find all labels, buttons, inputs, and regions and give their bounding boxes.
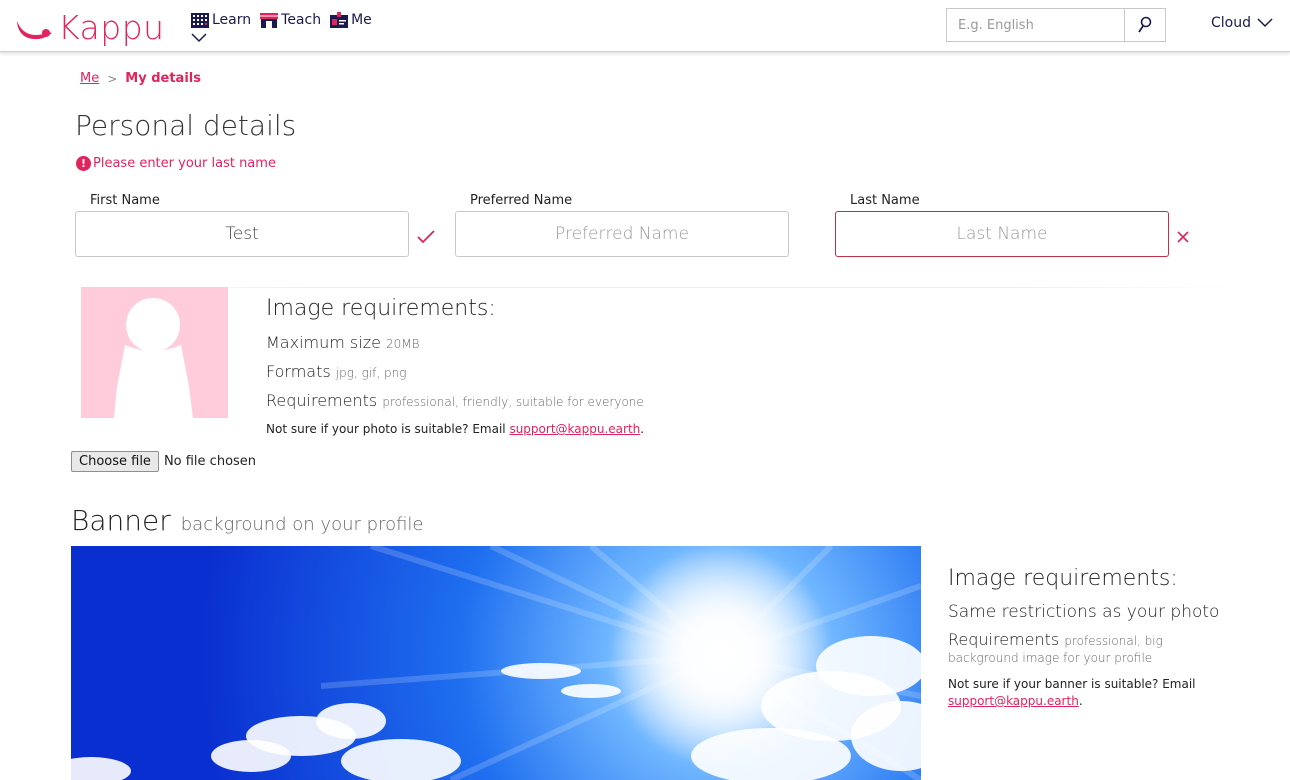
banner-title: Banner xyxy=(71,504,171,537)
breadcrumb-me-link[interactable]: Me xyxy=(80,71,99,86)
first-name-label: First Name xyxy=(90,193,160,208)
banner-requirements-title: Image requirements: xyxy=(948,566,1178,591)
photo-max-size: Maximum size 20MB xyxy=(266,333,420,352)
page-title: Personal details xyxy=(75,109,297,142)
max-size-label: Maximum size xyxy=(266,333,381,352)
breadcrumb: Me > My details xyxy=(80,71,201,86)
banner-heading: Banner background on your profile xyxy=(71,504,424,537)
photo-support-note: Not sure if your photo is suitable? Emai… xyxy=(266,422,644,436)
note-period: . xyxy=(640,422,645,436)
first-name-field xyxy=(75,211,409,257)
nav-me-label: Me xyxy=(351,12,372,28)
nav-teach[interactable]: Teach xyxy=(259,10,321,30)
avatar-placeholder[interactable] xyxy=(81,287,228,418)
breadcrumb-current: My details xyxy=(125,71,201,86)
breadcrumb-separator: > xyxy=(107,71,118,86)
formats-value: jpg, gif, png xyxy=(335,366,407,380)
banner-same-restrictions: Same restrictions as your photo xyxy=(948,602,1220,622)
first-name-input[interactable] xyxy=(76,212,408,256)
preferred-name-field xyxy=(455,211,789,257)
top-header: Kappu Learn Teach Me E.g. English Cloud xyxy=(0,0,1290,52)
requirements-label: Requirements xyxy=(266,391,378,410)
banner-requirements-label: Requirements xyxy=(948,630,1060,649)
photo-note-text: Not sure if your photo is suitable? Emai… xyxy=(266,422,506,436)
banner-requirements: Requirements professional, big backgroun… xyxy=(948,632,1218,666)
validation-error-text: Please enter your last name xyxy=(93,156,276,171)
validation-error: ! Please enter your last name xyxy=(76,156,276,171)
person-silhouette-icon xyxy=(114,298,193,418)
last-name-label: Last Name xyxy=(850,193,920,208)
alert-icon: ! xyxy=(76,156,91,171)
banner-requirements-value-1: professional, big xyxy=(1064,634,1163,648)
nav-learn[interactable]: Learn xyxy=(190,10,251,30)
support-email-link[interactable]: support@kappu.earth xyxy=(509,422,640,436)
main-nav: Learn Teach Me xyxy=(190,10,372,30)
banner-support-note: Not sure if your banner is suitable? Ema… xyxy=(948,676,1228,710)
banner-note-text: Not sure if your banner is suitable? Ema… xyxy=(948,677,1196,691)
photo-requirements-title: Image requirements: xyxy=(266,296,496,321)
formats-label: Formats xyxy=(266,362,331,381)
chevron-down-icon[interactable] xyxy=(190,32,208,44)
last-name-field xyxy=(835,211,1169,257)
file-status: No file chosen xyxy=(163,454,257,469)
id-badge-icon xyxy=(330,12,349,28)
brand-logo[interactable]: Kappu xyxy=(14,8,165,47)
preferred-name-input[interactable] xyxy=(456,212,788,256)
search-box xyxy=(946,8,1166,42)
search-icon xyxy=(1138,16,1152,33)
sky-sun-image xyxy=(71,546,921,780)
nav-learn-label: Learn xyxy=(212,12,252,28)
nav-teach-label: Teach xyxy=(281,12,322,28)
search-button[interactable] xyxy=(1124,9,1165,41)
preferred-name-label: Preferred Name xyxy=(470,193,573,208)
banner-image[interactable] xyxy=(71,546,921,780)
calendar-grid-icon xyxy=(191,13,209,28)
nav-me[interactable]: Me xyxy=(329,10,372,30)
section-divider xyxy=(75,287,1245,288)
user-name: Cloud xyxy=(1211,15,1251,31)
chevron-down-icon xyxy=(1257,18,1273,28)
photo-formats: Formats jpg, gif, png xyxy=(266,362,406,381)
banner-support-email-link[interactable]: support@kappu.earth xyxy=(948,694,1079,708)
banner-note-period: . xyxy=(1078,694,1083,708)
banner-requirements-value-2: background image for your profile xyxy=(948,651,1153,665)
shop-icon xyxy=(260,13,279,28)
banner-subtitle: background on your profile xyxy=(180,514,424,535)
bird-logo-icon xyxy=(17,20,52,39)
search-input[interactable] xyxy=(947,9,1124,41)
choose-file-button[interactable]: Choose file xyxy=(71,451,159,472)
close-icon xyxy=(1177,231,1189,243)
last-name-input[interactable] xyxy=(836,212,1168,256)
file-upload: Choose file No file chosen xyxy=(71,451,256,472)
user-menu[interactable]: Cloud xyxy=(1211,15,1273,31)
requirements-value: professional, friendly, suitable for eve… xyxy=(382,395,644,409)
brand-name: Kappu xyxy=(58,8,165,47)
photo-requirements: Requirements professional, friendly, sui… xyxy=(266,391,644,410)
checkmark-icon xyxy=(417,230,435,244)
max-size-value: 20MB xyxy=(386,337,420,351)
